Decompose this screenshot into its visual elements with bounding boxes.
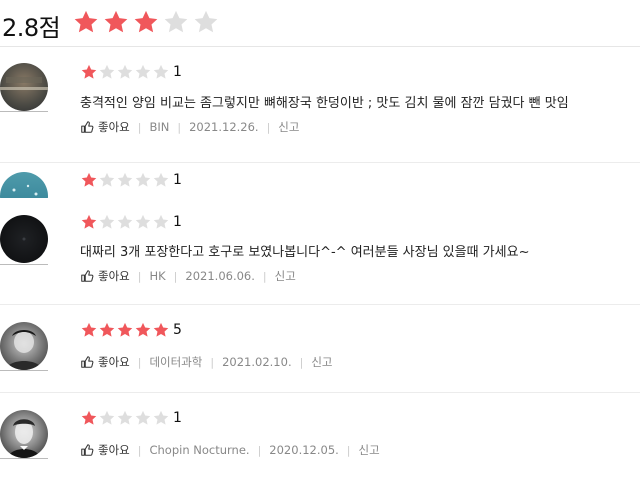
star-empty-icon	[135, 214, 151, 229]
star-filled-icon	[104, 10, 128, 33]
avatar[interactable]	[0, 63, 48, 111]
review-meta: 좋아요 | 데이터과학 | 2021.02.10. | 신고	[80, 354, 332, 370]
review-meta: 좋아요 | BIN | 2021.12.26. | 신고	[80, 119, 299, 135]
star-filled-icon	[153, 322, 169, 337]
thumbs-up-icon	[80, 269, 94, 283]
star-filled-icon	[135, 322, 151, 337]
review-item: 1	[0, 164, 640, 198]
star-empty-icon	[117, 172, 133, 187]
avatar[interactable]	[0, 322, 48, 370]
review-author: HK	[149, 269, 166, 283]
star-empty-icon	[194, 10, 218, 33]
star-filled-icon	[134, 10, 158, 33]
thumbs-up-icon	[80, 443, 94, 457]
review-text: 대짜리 3개 포장한다고 호구로 보였나봅니다^-^ 여러분들 사장님 있을때 …	[80, 245, 530, 260]
review-rating: 1	[173, 214, 182, 230]
star-filled-icon	[81, 214, 97, 229]
review-meta: 좋아요 | Chopin Nocturne. | 2020.12.05. | 신…	[80, 442, 380, 458]
review-item: 1 충격적인 양임 비교는 좀그렇지만 뼈해장국 한덩이반 ; 맛도 김치 물에…	[0, 47, 640, 163]
star-empty-icon	[99, 410, 115, 425]
like-button[interactable]: 좋아요	[80, 442, 130, 458]
like-button[interactable]: 좋아요	[80, 268, 130, 284]
star-empty-icon	[135, 64, 151, 79]
review-meta: 좋아요 | HK | 2021.06.06. | 신고	[80, 268, 296, 284]
star-empty-icon	[99, 214, 115, 229]
star-empty-icon	[117, 214, 133, 229]
star-filled-icon	[81, 64, 97, 79]
avatar[interactable]	[0, 215, 48, 263]
report-link[interactable]: 신고	[311, 354, 332, 370]
thumbs-up-icon	[80, 120, 94, 134]
review-rating: 5	[173, 322, 182, 338]
review-date: 2021.02.10.	[222, 355, 292, 369]
star-filled-icon	[81, 172, 97, 187]
review-stars	[80, 63, 170, 81]
star-empty-icon	[164, 10, 188, 33]
star-empty-icon	[153, 64, 169, 79]
review-item: 5 좋아요 | 데이터과학 | 2021.02.10. | 신고	[0, 306, 640, 393]
like-button[interactable]: 좋아요	[80, 119, 130, 135]
star-empty-icon	[135, 172, 151, 187]
report-link[interactable]: 신고	[359, 442, 380, 458]
star-filled-icon	[99, 322, 115, 337]
report-link[interactable]: 신고	[275, 268, 296, 284]
review-stars	[80, 409, 170, 427]
star-empty-icon	[153, 214, 169, 229]
star-filled-icon	[81, 410, 97, 425]
review-date: 2021.12.26.	[189, 120, 259, 134]
star-empty-icon	[117, 410, 133, 425]
review-author: Chopin Nocturne.	[149, 443, 250, 457]
star-empty-icon	[153, 172, 169, 187]
review-rating: 1	[173, 172, 182, 188]
review-item: 1 대짜리 3개 포장한다고 호구로 보였나봅니다^-^ 여러분들 사장님 있을…	[0, 197, 640, 305]
star-empty-icon	[117, 64, 133, 79]
review-item: 1 좋아요 | Chopin Nocturne. | 2020.12.05. |…	[0, 394, 640, 479]
star-empty-icon	[135, 410, 151, 425]
star-filled-icon	[81, 322, 97, 337]
avatar[interactable]	[0, 410, 48, 458]
star-empty-icon	[99, 172, 115, 187]
report-link[interactable]: 신고	[278, 119, 299, 135]
like-button[interactable]: 좋아요	[80, 354, 130, 370]
average-stars	[72, 8, 220, 36]
star-empty-icon	[99, 64, 115, 79]
review-date: 2020.12.05.	[269, 443, 339, 457]
rating-summary: 2.8점	[0, 0, 640, 47]
review-stars	[80, 213, 170, 231]
average-score: 2.8점	[2, 14, 61, 42]
review-date: 2021.06.06.	[185, 269, 255, 283]
review-text: 충격적인 양임 비교는 좀그렇지만 뼈해장국 한덩이반 ; 맛도 김치 물에 잠…	[80, 96, 569, 111]
star-filled-icon	[74, 10, 98, 33]
review-author: BIN	[149, 120, 170, 134]
review-stars	[80, 171, 170, 189]
review-author: 데이터과학	[149, 355, 203, 369]
review-rating: 1	[173, 64, 182, 80]
review-stars	[80, 321, 170, 339]
star-filled-icon	[117, 322, 133, 337]
review-rating: 1	[173, 410, 182, 426]
avatar[interactable]	[0, 172, 48, 198]
thumbs-up-icon	[80, 355, 94, 369]
star-empty-icon	[153, 410, 169, 425]
